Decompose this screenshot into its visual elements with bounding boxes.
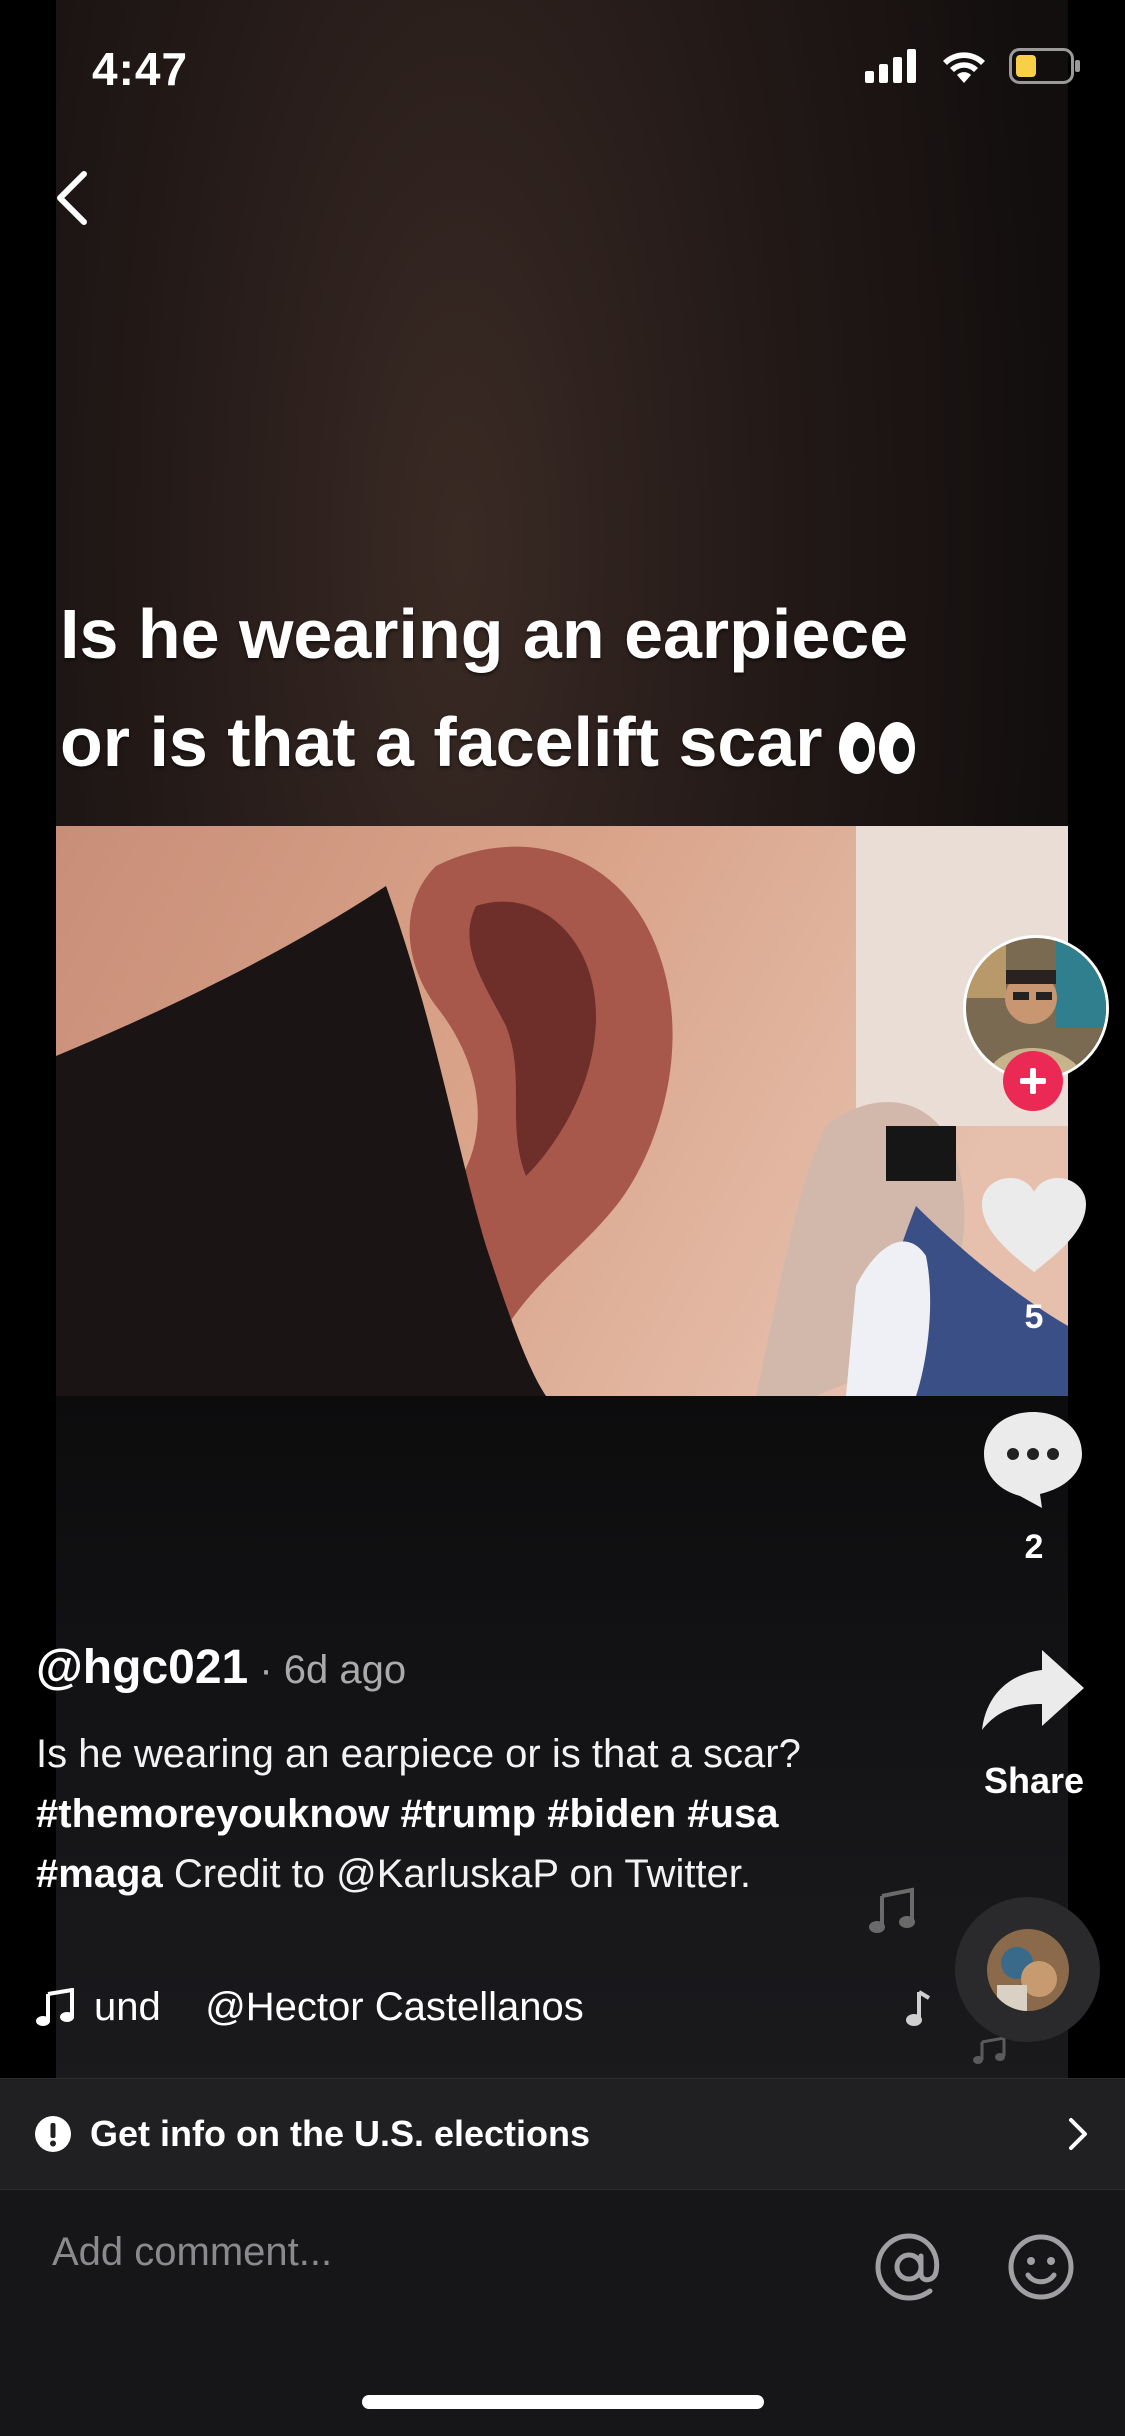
video-frame-image bbox=[56, 826, 1068, 1396]
caption-line-2: or is that a facelift scar bbox=[60, 688, 1060, 796]
status-icons bbox=[865, 48, 1081, 84]
hashtag-link[interactable]: #trump bbox=[401, 1792, 537, 1836]
music-disc-cover bbox=[986, 1928, 1069, 2011]
share-label[interactable]: Share bbox=[974, 1760, 1094, 1802]
elections-info-banner[interactable]: Get info on the U.S. elections bbox=[0, 2078, 1125, 2190]
floating-music-note-icon bbox=[973, 2036, 1006, 2064]
emoji-smiley-icon[interactable] bbox=[1006, 2232, 1076, 2302]
post-description: Is he wearing an earpiece or is that a s… bbox=[36, 1724, 866, 1904]
music-row[interactable]: und @Hector Castellanos bbox=[36, 1985, 694, 2030]
creator-handle[interactable]: @hgc021 bbox=[36, 1641, 248, 1694]
post-time-ago: 6d ago bbox=[283, 1648, 407, 1692]
music-disc[interactable] bbox=[955, 1897, 1100, 2042]
status-bar: 4:47 bbox=[0, 0, 1125, 140]
back-chevron-icon[interactable] bbox=[48, 168, 98, 228]
hashtag-link[interactable]: #themoreyouknow bbox=[36, 1792, 389, 1836]
floating-music-note-icon bbox=[906, 1990, 931, 2026]
like-count: 5 bbox=[1024, 1298, 1044, 1336]
description-text: Is he wearing an earpiece or is that a s… bbox=[36, 1732, 801, 1776]
comment-icon[interactable] bbox=[980, 1408, 1086, 1510]
chevron-right-icon bbox=[1069, 2118, 1087, 2150]
post-meta: @hgc021 · 6d ago bbox=[36, 1640, 406, 1695]
floating-music-note-icon bbox=[869, 1887, 915, 1933]
disc-cover-image bbox=[986, 1928, 1069, 2011]
heart-icon[interactable] bbox=[980, 1176, 1088, 1274]
caption-line-2-text: or is that a facelift scar bbox=[60, 703, 823, 781]
music-note-icon bbox=[36, 1987, 74, 2026]
hashtag-link[interactable]: #biden bbox=[547, 1792, 676, 1836]
eyes-emoji-icon bbox=[838, 721, 915, 774]
comment-count: 2 bbox=[1024, 1528, 1044, 1566]
hashtag-link[interactable]: #maga bbox=[36, 1852, 163, 1896]
hashtag-link[interactable]: #usa bbox=[687, 1792, 778, 1836]
music-title: und @Hector Castellanos bbox=[94, 1985, 584, 2029]
follow-button[interactable] bbox=[1003, 1051, 1063, 1111]
wifi-icon bbox=[943, 52, 985, 83]
add-comment-input[interactable]: Add comment... bbox=[52, 2230, 332, 2275]
ear-closeup-image bbox=[56, 826, 1068, 1396]
video-caption: Is he wearing an earpiece or is that a f… bbox=[60, 580, 1060, 796]
mention-at-icon[interactable] bbox=[874, 2232, 944, 2302]
plus-icon bbox=[1020, 1068, 1046, 1094]
exclamation-circle-icon bbox=[35, 2116, 71, 2152]
status-time: 4:47 bbox=[92, 43, 189, 95]
home-indicator[interactable] bbox=[362, 2395, 764, 2409]
credit-text: Credit to @KarluskaP on Twitter. bbox=[162, 1852, 752, 1896]
cellular-signal-icon bbox=[865, 49, 916, 83]
share-arrow-icon[interactable] bbox=[980, 1646, 1086, 1732]
caption-line-1: Is he wearing an earpiece bbox=[60, 595, 909, 673]
meta-separator: · bbox=[248, 1648, 284, 1692]
battery-icon bbox=[1009, 48, 1080, 84]
elections-banner-label: Get info on the U.S. elections bbox=[90, 2113, 591, 2154]
